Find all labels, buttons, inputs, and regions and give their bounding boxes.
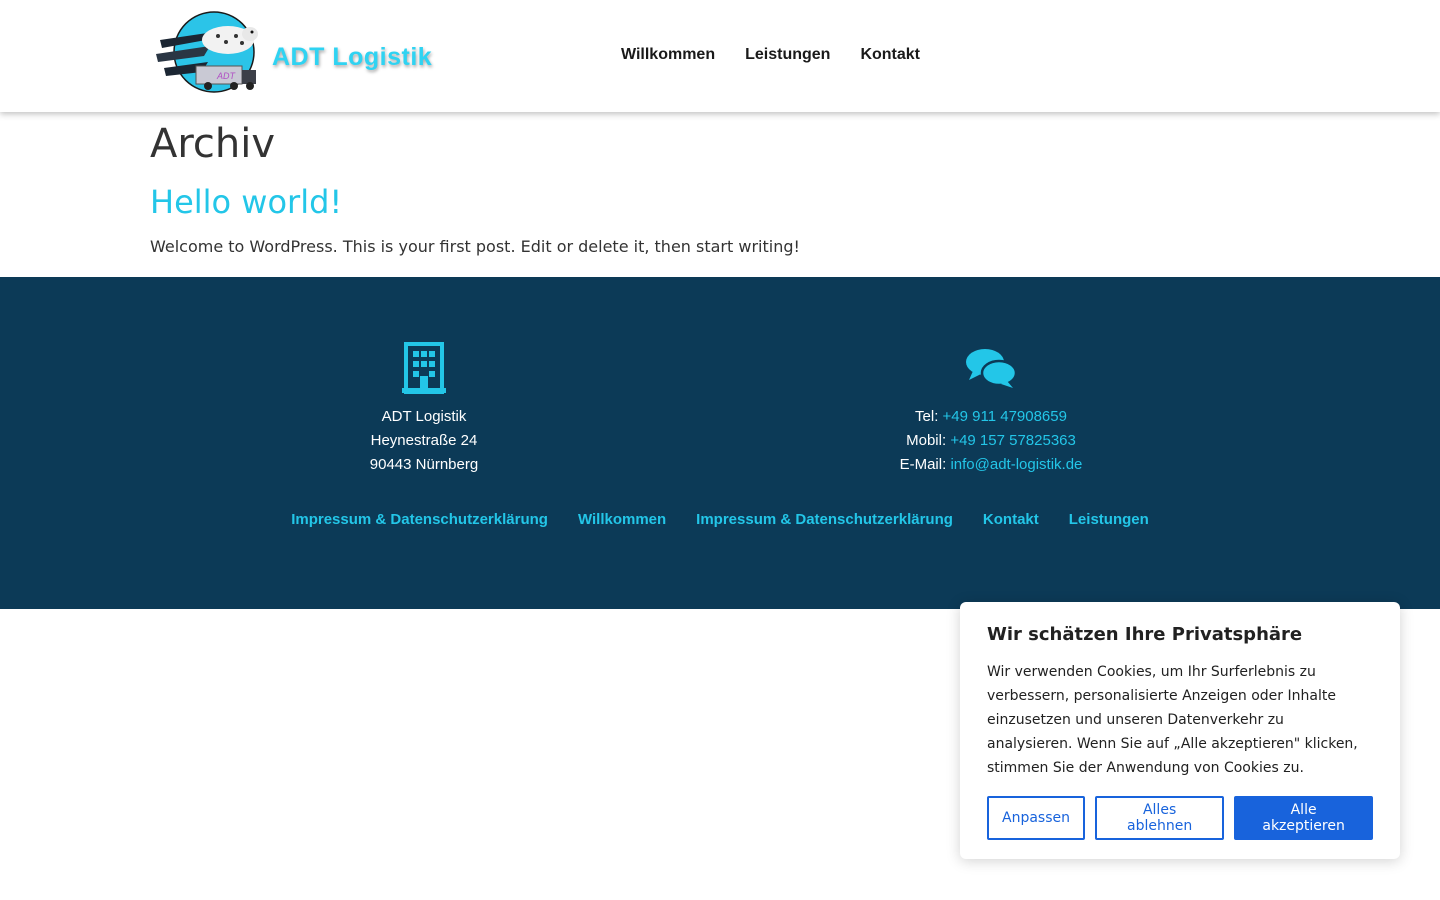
site-footer: ADT Logistik Heynestraße 24 90443 Nürnbe… <box>0 277 1440 609</box>
accept-all-button[interactable]: Alle akzeptieren <box>1234 796 1373 840</box>
footer-nav-impressum[interactable]: Impressum & Datenschutzerklärung <box>276 509 563 531</box>
nav-item-willkommen[interactable]: Willkommen <box>606 44 730 66</box>
page-title: Archiv <box>150 121 276 167</box>
footer-street: Heynestraße 24 <box>370 432 478 449</box>
cheetah-truck-logo-icon: ADT <box>156 11 258 93</box>
footer-address: ADT Logistik Heynestraße 24 90443 Nürnbe… <box>224 341 624 477</box>
mobile-label: Mobil: <box>906 432 947 449</box>
site-header: ADT ADT Logistik Willkommen Leistungen K… <box>0 0 1440 112</box>
customize-button[interactable]: Anpassen <box>987 796 1085 840</box>
footer-mobile: Mobil: +49 157 57825363 <box>791 429 1191 453</box>
email-link[interactable]: info@adt-logistik.de <box>950 456 1082 473</box>
tel-link[interactable]: +49 911 47908659 <box>943 408 1067 425</box>
cookie-banner-text: Wir verwenden Cookies, um Ihr Surferlebn… <box>987 664 1358 776</box>
cookie-banner-title: Wir schätzen Ihre Privatsphäre <box>987 624 1303 645</box>
post-excerpt: Welcome to WordPress. This is your first… <box>150 237 800 256</box>
chat-bubbles-icon <box>791 341 1191 395</box>
footer-nav: Impressum & Datenschutzerklärung Willkom… <box>0 509 1440 531</box>
logo-truck-label: ADT <box>216 71 237 81</box>
cookie-banner: Wir schätzen Ihre Privatsphäre Wir verwe… <box>960 602 1400 859</box>
mobile-link[interactable]: +49 157 57825363 <box>950 432 1076 449</box>
nav-item-leistungen[interactable]: Leistungen <box>730 44 845 66</box>
footer-email: E-Mail: info@adt-logistik.de <box>791 453 1191 477</box>
building-icon <box>224 341 624 395</box>
main-nav: Willkommen Leistungen Kontakt <box>606 44 935 66</box>
nav-item-kontakt[interactable]: Kontakt <box>845 44 935 66</box>
tel-label: Tel: <box>915 408 939 425</box>
logo-text: ADT Logistik <box>272 43 433 71</box>
footer-nav-willkommen[interactable]: Willkommen <box>563 509 681 531</box>
footer-contact: Tel: +49 911 47908659 Mobil: +49 157 578… <box>791 341 1191 477</box>
footer-city: 90443 Nürnberg <box>369 456 479 473</box>
footer-nav-impressum-2[interactable]: Impressum & Datenschutzerklärung <box>681 509 968 531</box>
footer-nav-kontakt[interactable]: Kontakt <box>968 509 1054 531</box>
footer-tel: Tel: +49 911 47908659 <box>791 405 1191 429</box>
reject-all-button[interactable]: Alles ablehnen <box>1095 796 1225 840</box>
cookie-banner-buttons: Anpassen Alles ablehnen Alle akzeptieren <box>987 796 1373 840</box>
post-title-link[interactable]: Hello world! <box>150 184 1290 220</box>
footer-nav-leistungen[interactable]: Leistungen <box>1054 509 1164 531</box>
site-logo[interactable]: ADT ADT Logistik <box>154 10 432 98</box>
footer-company: ADT Logistik <box>381 408 467 425</box>
email-label: E-Mail: <box>899 456 947 473</box>
main-content: Archiv Hello world! Welcome to WordPress… <box>150 112 1290 258</box>
